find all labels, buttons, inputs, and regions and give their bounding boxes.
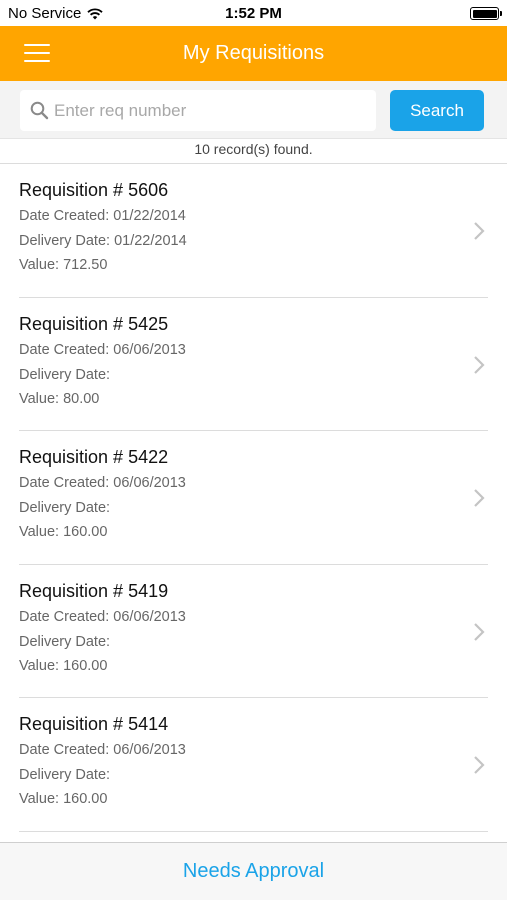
- page-title: My Requisitions: [182, 42, 325, 64]
- delivery-date: Delivery Date: 01/22/2014: [19, 233, 187, 249]
- status-time: 1:52 PM: [225, 5, 282, 22]
- list-item[interactable]: Requisition # 5422 Date Created: 06/06/2…: [0, 431, 507, 565]
- tab-needs-approval[interactable]: Needs Approval: [0, 860, 507, 883]
- requisition-value: Value: 160.00: [19, 657, 108, 674]
- delivery-date: Delivery Date:: [19, 500, 111, 516]
- status-bar: No Service 1:52 PM: [0, 0, 507, 26]
- date-created: Date Created: 01/22/2014: [19, 208, 186, 224]
- delivery-date: Delivery Date:: [19, 767, 111, 783]
- chevron-right-icon: [474, 222, 485, 240]
- chevron-right-icon: [474, 355, 485, 374]
- requisition-value: Value: 160.00: [19, 524, 108, 540]
- list-item[interactable]: Requisition # 5606 Date Created: 01/22/2…: [0, 164, 507, 298]
- list-item[interactable]: Requisition # 5414 Date Created: 06/06/2…: [0, 698, 507, 832]
- date-created: Date Created: 06/06/2013: [19, 341, 186, 358]
- requisition-title: Requisition # 5419: [19, 580, 169, 601]
- search-button[interactable]: Search: [390, 90, 484, 131]
- chevron-right-icon: [474, 622, 485, 641]
- delivery-date: Delivery Date:: [19, 366, 111, 383]
- date-created: Date Created: 06/06/2013: [19, 742, 186, 758]
- delivery-date: Delivery Date:: [19, 633, 111, 650]
- requisition-value: Value: 160.00: [19, 791, 108, 807]
- chevron-right-icon: [474, 489, 485, 507]
- requisition-title: Requisition # 5422: [19, 447, 169, 467]
- requisition-list: Requisition # 5606 Date Created: 01/22/2…: [0, 164, 507, 832]
- list-item[interactable]: Requisition # 5419 Date Created: 06/06/2…: [0, 565, 507, 698]
- search-icon: [30, 101, 49, 120]
- requisition-title: Requisition # 5606: [19, 180, 169, 200]
- requisition-title: Requisition # 5425: [19, 313, 169, 334]
- list-item[interactable]: Requisition # 5425 Date Created: 06/06/2…: [0, 298, 507, 431]
- search-input[interactable]: [54, 90, 370, 131]
- records-count: 10 record(s) found.: [194, 141, 313, 157]
- date-created: Date Created: 06/06/2013: [19, 475, 186, 491]
- requisition-title: Requisition # 5414: [19, 714, 169, 734]
- divider: [19, 830, 488, 832]
- requisition-value: Value: 712.50: [19, 257, 108, 273]
- requisition-value: Value: 80.00: [19, 390, 100, 407]
- tab-bar: Needs Approval: [0, 842, 507, 900]
- nav-bar: My Requisitions: [0, 26, 507, 81]
- date-created: Date Created: 06/06/2013: [19, 608, 186, 625]
- battery-icon: [470, 7, 502, 20]
- search-area: Search: [0, 81, 507, 139]
- search-box[interactable]: [20, 90, 376, 131]
- chevron-right-icon: [474, 756, 485, 774]
